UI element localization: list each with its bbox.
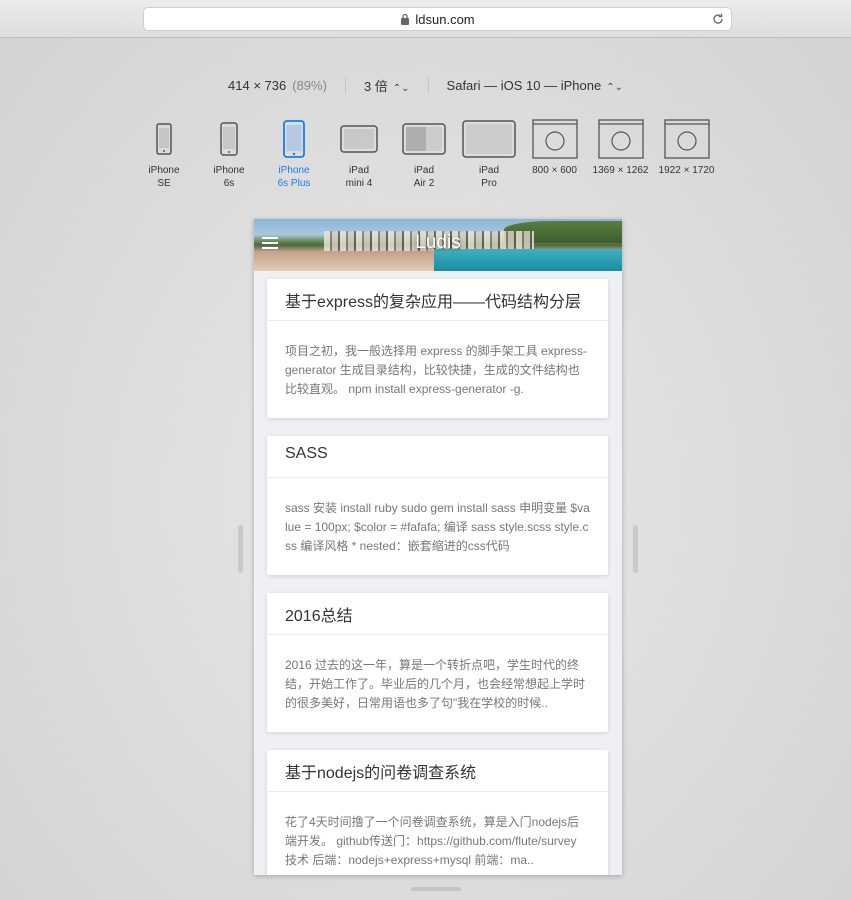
- address-bar[interactable]: ldsun.com: [143, 7, 732, 31]
- device-1922x1720[interactable]: 1922 × 1720: [654, 118, 720, 177]
- iphone-icon: [283, 118, 305, 160]
- ipad-icon: [462, 118, 516, 160]
- viewport-dimensions: 414 × 736: [228, 77, 287, 93]
- device-label-2: Air 2: [413, 178, 435, 189]
- chevron-updown-icon: ⌃⌄: [392, 82, 410, 94]
- iphone-icon: [156, 118, 172, 160]
- resize-handle-bottom[interactable]: [411, 887, 461, 891]
- zoom-level: (89%): [292, 77, 327, 93]
- divider: [344, 76, 346, 94]
- post-card[interactable]: SASS sass 安装 install ruby sudo gem insta…: [267, 436, 608, 575]
- reload-icon[interactable]: [711, 12, 725, 26]
- banner-beach: [254, 251, 444, 271]
- post-card[interactable]: 基于nodejs的问卷调查系统 花了4天时间撸了一个问卷调查系统，算是入门nod…: [267, 750, 608, 875]
- post-excerpt: 项目之初，我一般选择用 express 的脚手架工具 express-gener…: [285, 344, 588, 396]
- device-label: iPhone: [148, 165, 180, 176]
- device-label-2: 6s Plus: [277, 178, 311, 189]
- iphone-icon: [220, 118, 238, 160]
- device-label: iPad: [478, 165, 499, 176]
- url-text: ldsun.com: [415, 11, 475, 27]
- lock-icon: [401, 13, 410, 25]
- resize-handle-right[interactable]: [633, 525, 638, 573]
- browser-toolbar: ldsun.com: [0, 0, 851, 38]
- post-title[interactable]: 基于nodejs的问卷调查系统: [267, 750, 608, 792]
- ipad-icon: [340, 118, 378, 160]
- device-label: iPhone: [278, 165, 310, 176]
- device-label: iPhone: [213, 165, 245, 176]
- resize-handle-left[interactable]: [238, 525, 243, 573]
- pixel-ratio-value: 3 倍: [363, 78, 388, 94]
- device-label-2: 6s: [223, 178, 235, 189]
- device-1369x1262[interactable]: 1369 × 1262: [588, 118, 654, 177]
- device-iphone-se[interactable]: iPhone SE: [132, 118, 197, 190]
- device-ipad-mini-4[interactable]: iPad mini 4: [327, 118, 392, 190]
- compass-window-icon: [663, 118, 710, 160]
- device-presets: iPhone SE iPhone 6s iPhone 6s Plus iPad …: [0, 118, 851, 190]
- device-800x600[interactable]: 800 × 600: [522, 118, 588, 177]
- post-excerpt: 花了4天时间撸了一个问卷调查系统，算是入门nodejs后端开发。 github传…: [285, 815, 580, 867]
- device-iphone-6s[interactable]: iPhone 6s: [197, 118, 262, 190]
- post-list: 基于express的复杂应用——代码结构分层 项目之初，我一般选择用 expre…: [267, 279, 608, 875]
- device-label: iPad: [413, 165, 434, 176]
- device-viewport: Ludis 基于express的复杂应用——代码结构分层 项目之初，我一般选择用…: [254, 219, 622, 875]
- compass-window-icon: [597, 118, 644, 160]
- post-title[interactable]: SASS: [267, 436, 608, 478]
- responsive-toolbar: 414 × 736 (89%) 3 倍 ⌃⌄ Safari — iOS 10 — …: [0, 74, 851, 96]
- post-excerpt: sass 安装 install ruby sudo gem install sa…: [285, 501, 590, 553]
- device-label: 1922 × 1720: [658, 165, 715, 176]
- post-excerpt: 2016 过去的这一年，算是一个转折点吧，学生时代的终结，开始工作了。毕业后的几…: [285, 658, 586, 710]
- post-card[interactable]: 基于express的复杂应用——代码结构分层 项目之初，我一般选择用 expre…: [267, 279, 608, 418]
- site-title[interactable]: Ludis: [254, 232, 622, 254]
- device-ipad-air-2[interactable]: iPad Air 2: [392, 118, 457, 190]
- device-label: iPad: [348, 165, 369, 176]
- device-iphone-6s-plus[interactable]: iPhone 6s Plus: [262, 118, 327, 190]
- compass-window-icon: [531, 118, 578, 160]
- post-title[interactable]: 基于express的复杂应用——代码结构分层: [267, 279, 608, 321]
- post-title[interactable]: 2016总结: [267, 593, 608, 635]
- pixel-ratio-select[interactable]: 3 倍 ⌃⌄: [364, 76, 410, 95]
- device-label-2: mini 4: [345, 178, 373, 189]
- device-label-2: SE: [157, 178, 171, 189]
- user-agent-select[interactable]: Safari — iOS 10 — iPhone ⌃⌄: [447, 78, 623, 93]
- ipad-split-icon: [402, 118, 446, 160]
- device-label: 800 × 600: [532, 165, 577, 176]
- device-label-2: Pro: [481, 178, 497, 189]
- user-agent-value: Safari — iOS 10 — iPhone: [446, 77, 602, 93]
- device-label: 1369 × 1262: [592, 165, 649, 176]
- chevron-updown-icon: ⌃⌄: [606, 81, 623, 93]
- header-banner-image: Ludis: [254, 219, 622, 271]
- device-ipad-pro[interactable]: iPad Pro: [457, 118, 522, 190]
- divider: [427, 76, 429, 94]
- post-card[interactable]: 2016总结 2016 过去的这一年，算是一个转折点吧，学生时代的终结，开始工作…: [267, 593, 608, 732]
